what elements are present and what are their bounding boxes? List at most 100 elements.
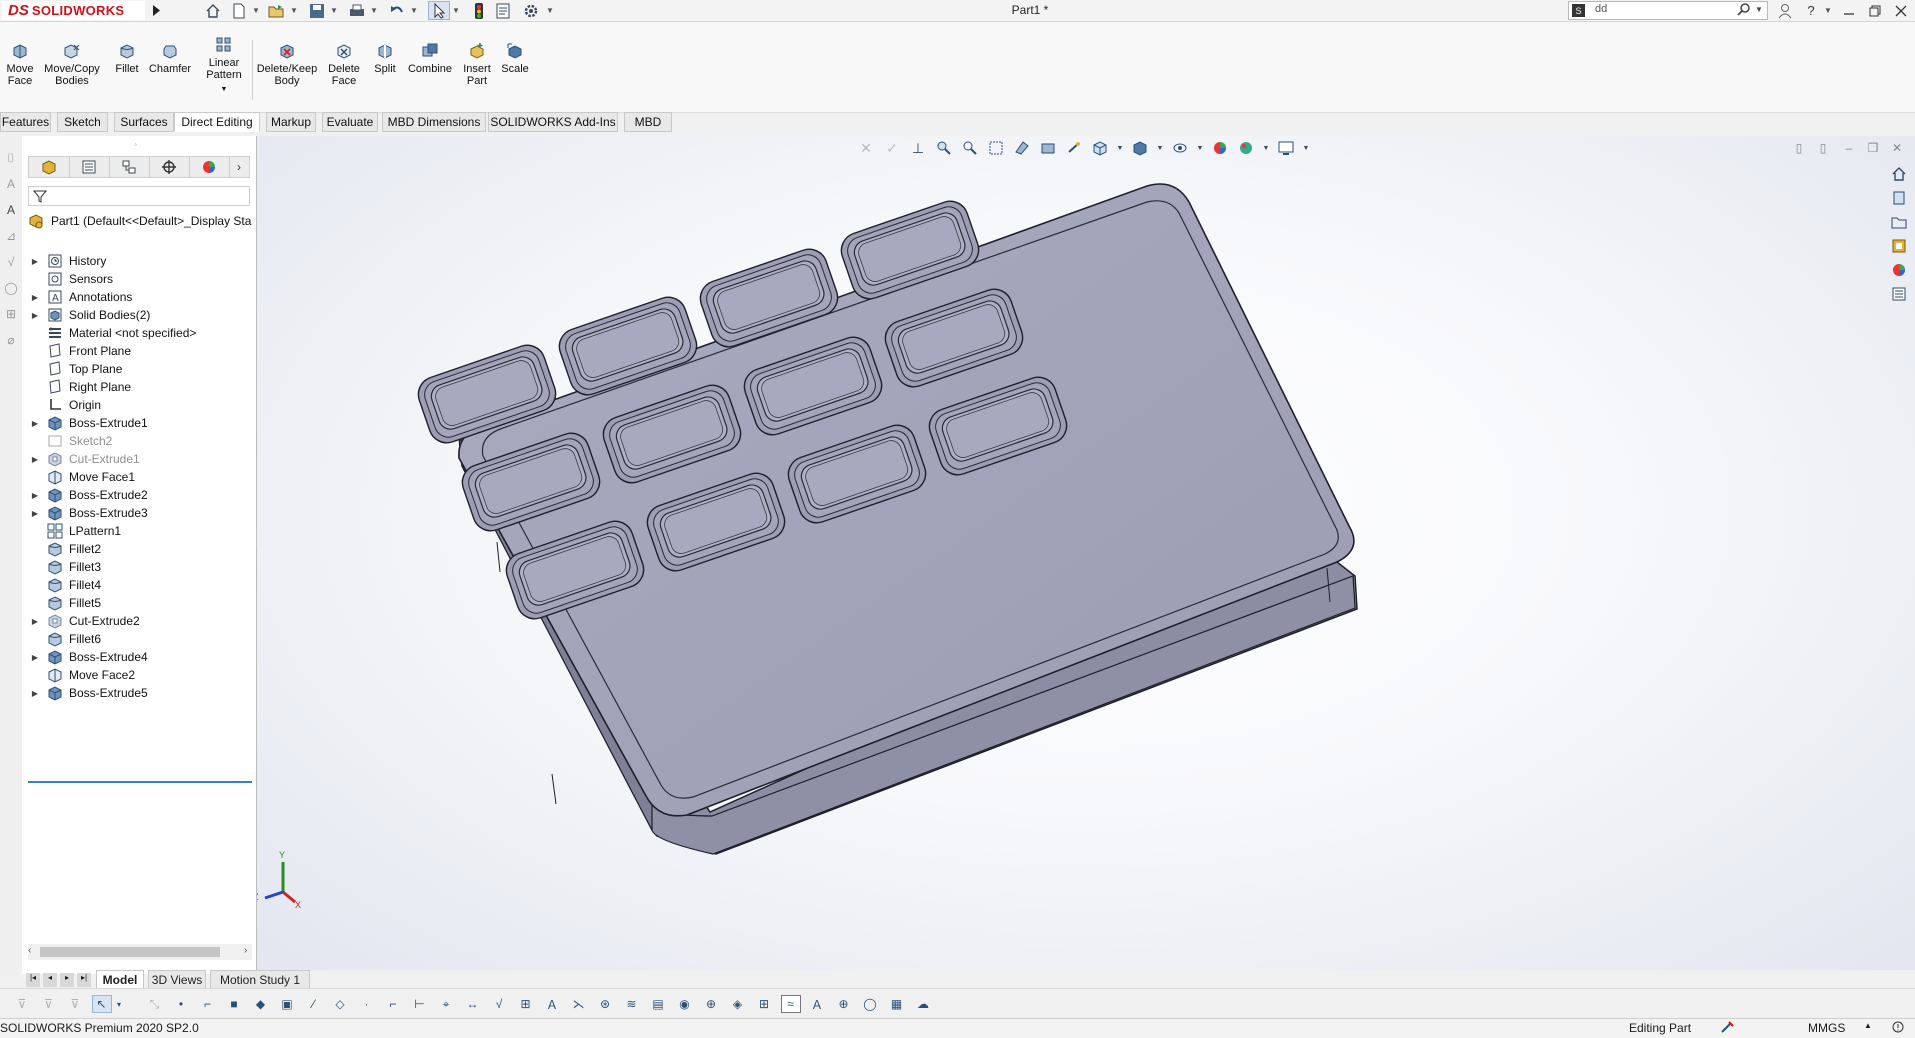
filter-planes-icon[interactable]: ◇ — [330, 995, 350, 1013]
print-icon[interactable] — [346, 1, 368, 20]
rollback-bar[interactable] — [28, 781, 252, 783]
help-icon[interactable]: ? — [1800, 1, 1822, 20]
rebuild-icon[interactable] — [468, 1, 490, 20]
tree-item[interactable]: ▶ Boss-Extrude5 — [28, 682, 254, 704]
filter-cosmetic-threads-icon[interactable]: ≋ — [622, 995, 642, 1013]
solidworks-logo[interactable]: DS SOLIDWORKS — [2, 1, 145, 20]
feature-tree-filter[interactable] — [28, 186, 250, 206]
hole-callout-icon[interactable]: ⌀ — [3, 332, 19, 348]
next-tab-icon[interactable]: ▸ — [60, 973, 74, 987]
select-dropdown-icon[interactable]: ▼ — [452, 4, 460, 16]
undo-icon[interactable] — [386, 1, 408, 20]
note-icon[interactable]: A — [3, 176, 19, 192]
filter-sketch-points-icon[interactable]: · — [357, 995, 377, 1013]
graphics-area[interactable]: ✕ ✓ ⊥ ▼ ▼ ▼ ▼ ▼ ▯ ▯ – ❐ ✕ Y X — [257, 136, 1915, 970]
close-window-icon[interactable] — [1890, 1, 1912, 20]
insert-part-button[interactable]: Insert Part — [460, 42, 494, 87]
filter-datum-targets-icon[interactable]: ⊛ — [595, 995, 615, 1013]
linear-pattern-dropdown-icon[interactable]: ▼ — [221, 84, 228, 96]
restore-window-icon[interactable] — [1864, 1, 1886, 20]
scroll-left-icon[interactable]: ‹ — [28, 945, 31, 956]
filter-cosmetic-welds-icon[interactable]: ≈ — [780, 995, 801, 1013]
tab-direct-editing[interactable]: Direct Editing — [174, 112, 260, 132]
filter-dimensions-icon[interactable]: ↔ — [463, 995, 483, 1013]
datum-icon[interactable]: ⊿ — [3, 228, 19, 244]
help-dropdown-icon[interactable]: ▼ — [1824, 4, 1832, 16]
property-manager-tab-icon[interactable] — [69, 157, 110, 177]
file-properties-icon[interactable] — [492, 1, 514, 20]
home-icon[interactable] — [202, 1, 224, 20]
scale-button[interactable]: Scale — [500, 42, 530, 75]
toggle-selection-filter-icon[interactable]: ⊽ — [12, 995, 32, 1013]
select-icon[interactable]: ↖ — [91, 995, 112, 1013]
save-dropdown-icon[interactable]: ▼ — [330, 4, 338, 16]
tab-surfaces[interactable]: Surfaces — [114, 112, 174, 132]
horizontal-scrollbar[interactable]: ‹ › — [28, 944, 252, 960]
expand-arrow-icon[interactable]: ▶ — [28, 653, 42, 662]
filter-sketch-segments-icon[interactable]: ⌐ — [383, 995, 403, 1013]
annotation-icon[interactable]: A — [3, 202, 19, 218]
combine-button[interactable]: Combine — [406, 42, 454, 75]
expand-arrow-icon[interactable]: ▶ — [28, 293, 42, 302]
expand-arrow-icon[interactable]: ▶ — [28, 689, 42, 698]
filter-edges-icon[interactable]: ⌐ — [198, 995, 218, 1013]
tab-mbd[interactable]: MBD — [624, 112, 672, 132]
filter-geometric-tolerances-icon[interactable]: ⊞ — [516, 995, 536, 1013]
options-dropdown-icon[interactable]: ▼ — [546, 4, 554, 16]
filter-routing-points-icon[interactable]: ◈ — [728, 995, 748, 1013]
selection-tool-icon[interactable]: ⤡ — [145, 995, 165, 1013]
tab-evaluate[interactable]: Evaluate — [322, 112, 378, 132]
search-icon[interactable] — [1737, 2, 1751, 19]
prev-tab-icon[interactable]: ◂ — [43, 973, 57, 987]
search-dropdown-icon[interactable]: ▼ — [1755, 5, 1763, 14]
tab-motion-study-1[interactable]: Motion Study 1 — [210, 970, 310, 989]
expand-arrow-icon[interactable]: ▶ — [28, 491, 42, 500]
new-dropdown-icon[interactable]: ▼ — [252, 4, 260, 16]
display-manager-tab-icon[interactable] — [189, 157, 230, 177]
filter-axes-icon[interactable]: ⁄ — [304, 995, 324, 1013]
filter-icon[interactable] — [32, 189, 48, 206]
clear-filters-icon[interactable]: ⊽ — [39, 995, 59, 1013]
tab-3d-views[interactable]: 3D Views — [148, 970, 206, 989]
expand-arrow-icon[interactable]: ▶ — [28, 455, 42, 464]
undo-dropdown-icon[interactable]: ▼ — [410, 4, 418, 16]
expand-arrow-icon[interactable]: ▶ — [28, 509, 42, 518]
filter-hole-tables-icon[interactable]: ▦ — [887, 995, 907, 1013]
expand-arrow-icon[interactable]: ▶ — [28, 617, 42, 626]
balloon-icon[interactable]: ◯ — [3, 280, 19, 296]
save-icon[interactable] — [306, 1, 328, 20]
panel-grip-icon[interactable]: ◦ — [134, 140, 137, 149]
unit-system[interactable]: MMGS — [1808, 1021, 1845, 1035]
scroll-right-icon[interactable]: › — [244, 945, 247, 956]
3d-model-tray[interactable] — [257, 136, 1915, 970]
tab-mbd-dimensions[interactable]: MBD Dimensions — [382, 112, 486, 132]
move-face-button[interactable]: Move Face — [4, 42, 36, 87]
filter-datum-features-icon[interactable]: Ａ — [807, 995, 827, 1013]
quick-tips-icon[interactable] — [1890, 1020, 1906, 1037]
feature-manager-tab-icon[interactable] — [29, 157, 70, 177]
minimize-window-icon[interactable] — [1838, 1, 1860, 20]
unit-system-dropdown-icon[interactable]: ▲ — [1864, 1021, 1872, 1030]
menu-expand-arrow-icon[interactable] — [150, 2, 162, 19]
surface-finish-icon[interactable]: √ — [3, 254, 19, 270]
delete-keep-body-button[interactable]: Delete/Keep Body — [254, 42, 320, 87]
search-box[interactable]: S dd ▼ — [1568, 1, 1768, 20]
weld-symbol-icon[interactable]: ⊞ — [3, 306, 19, 322]
filter-surface-finish-icon[interactable]: √ — [489, 995, 509, 1013]
filter-center-marks-icon[interactable]: ⊕ — [834, 995, 854, 1013]
smart-dimension-icon[interactable]: ⌷ — [3, 150, 19, 166]
delete-face-button[interactable]: Delete Face — [324, 42, 364, 87]
filter-centerpoints-icon[interactable]: ⌖ — [436, 995, 456, 1013]
expand-arrow-icon[interactable]: ▶ — [28, 257, 42, 266]
configuration-manager-tab-icon[interactable] — [109, 157, 150, 177]
filter-balloons-icon[interactable]: ◯ — [860, 995, 880, 1013]
first-tab-icon[interactable]: |◂ — [26, 973, 40, 987]
scrollbar-thumb[interactable] — [40, 947, 220, 957]
filter-notes-icon[interactable]: Ａ — [542, 995, 562, 1013]
fillet-button[interactable]: Fillet — [112, 42, 142, 75]
last-tab-icon[interactable]: ▸| — [77, 973, 91, 987]
options-icon[interactable] — [520, 1, 542, 20]
split-button[interactable]: Split — [370, 42, 400, 75]
open-icon[interactable] — [266, 1, 288, 20]
filter-solid-bodies-icon[interactable]: ▣ — [277, 995, 297, 1013]
